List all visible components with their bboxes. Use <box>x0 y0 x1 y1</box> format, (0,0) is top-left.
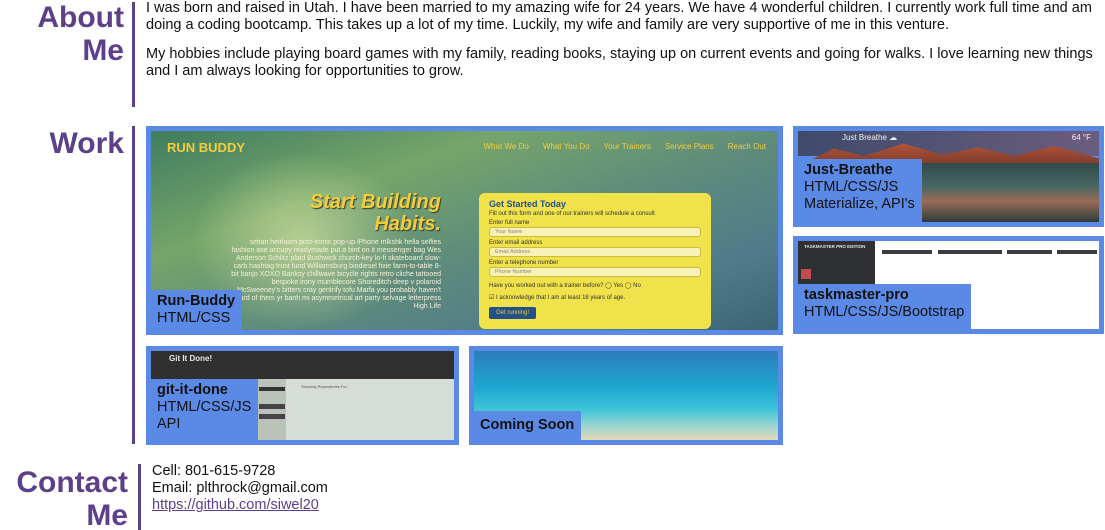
form-input: Phone Number <box>489 267 701 277</box>
about-paragraph-2: My hobbies include playing board games w… <box>146 46 1093 79</box>
project-tech: HTML/CSS/JS/Bootstrap <box>804 304 965 320</box>
run-buddy-logo: RUN BUDDY <box>167 140 245 155</box>
work-heading: Work <box>49 127 124 160</box>
form-ack: ☑ I acknowledge that I am at least 18 ye… <box>489 294 701 301</box>
work-divider <box>132 126 135 444</box>
project-card-run-buddy[interactable]: RUN BUDDY What We Do What You Do Your Tr… <box>146 126 783 335</box>
about-heading: About Me <box>37 1 124 67</box>
contact-heading-line2: Me <box>86 499 128 530</box>
project-card-just-breathe[interactable]: Just Breathe ☁ 64 °F Just-Breathe HTML/C… <box>793 126 1104 227</box>
project-tech-extra: API <box>157 416 181 432</box>
form-button: Get running! <box>489 307 537 319</box>
just-breathe-temp: 64 °F <box>1071 133 1091 142</box>
form-label: Enter a telephone number <box>489 260 559 266</box>
contact-email: Email: plthrock@gmail.com <box>152 480 328 496</box>
project-label: Run-Buddy HTML/CSS <box>151 290 243 330</box>
project-name: Run-Buddy <box>157 293 236 309</box>
github-link[interactable]: https://github.com/siwel20 <box>152 497 319 513</box>
contact-cell: Cell: 801-615-9728 <box>152 463 276 479</box>
project-name: taskmaster-pro <box>804 287 909 303</box>
project-name: Just-Breathe <box>804 162 893 178</box>
git-it-done-title: Git It Done! <box>169 354 213 363</box>
form-question: Have you worked out with a trainer befor… <box>489 283 641 289</box>
form-title: Get Started Today <box>489 199 566 209</box>
git-it-done-subhead: Showing Repositories For: <box>301 384 348 389</box>
project-name: Coming Soon <box>480 417 575 433</box>
about-heading-line1: About <box>37 1 124 34</box>
run-buddy-form: Get Started Today Fill out this form and… <box>479 193 711 329</box>
form-input: Email Address <box>489 247 701 257</box>
contact-heading: Contact Me <box>16 466 128 530</box>
project-card-taskmaster-pro[interactable]: TASKMASTER PRO EDITION taskmaster-pro HT… <box>793 236 1104 334</box>
run-buddy-nav-item: Reach Out <box>727 142 766 151</box>
project-label: Coming Soon <box>474 411 582 440</box>
about-text: I was born and raised in Utah. I have be… <box>146 0 1096 92</box>
run-buddy-hero: Start Building Habits. <box>309 191 441 235</box>
contact-divider <box>138 464 141 530</box>
project-label: Just-Breathe HTML/CSS/JS Materialize, AP… <box>798 159 922 222</box>
form-input: Your Name <box>489 227 701 237</box>
form-label: Enter full name <box>489 220 530 226</box>
checkbox-icon: ☑ <box>489 295 497 301</box>
project-tech: HTML/CSS <box>157 310 231 326</box>
contact-info: Cell: 801-615-9728 Email: plthrock@gmail… <box>152 463 328 514</box>
about-divider <box>132 2 135 107</box>
project-name: git-it-done <box>157 382 228 398</box>
project-label: taskmaster-pro HTML/CSS/JS/Bootstrap <box>798 284 972 329</box>
run-buddy-nav-item: What We Do <box>483 142 529 151</box>
just-breathe-title: Just Breathe ☁ <box>842 133 898 142</box>
project-tech-extra: Materialize, API's <box>804 196 915 212</box>
project-card-coming-soon[interactable]: Coming Soon <box>469 346 783 445</box>
run-buddy-nav-item: Service Plans <box>664 142 714 151</box>
run-buddy-screenshot: RUN BUDDY What We Do What You Do Your Tr… <box>151 131 778 330</box>
project-label: git-it-done HTML/CSS/JS API <box>151 379 258 440</box>
form-label: Enter email address <box>489 240 543 246</box>
project-tech: HTML/CSS/JS <box>804 179 899 195</box>
about-heading-line2: Me <box>82 34 124 67</box>
project-card-git-it-done[interactable]: Git It Done! Showing Repositories For: g… <box>146 346 459 445</box>
taskmaster-title: TASKMASTER PRO EDITION <box>804 244 866 249</box>
run-buddy-nav: What We Do What You Do Your Trainers Ser… <box>484 142 766 151</box>
project-tech: HTML/CSS/JS <box>157 399 252 415</box>
contact-heading-line1: Contact <box>16 466 128 499</box>
about-paragraph-1: I was born and raised in Utah. I have be… <box>146 0 1092 33</box>
run-buddy-nav-item: Your Trainers <box>603 142 651 151</box>
run-buddy-nav-item: What You Do <box>542 142 590 151</box>
form-ack-text: I acknowledge that I am at least 18 year… <box>496 295 626 301</box>
run-buddy-hero-text: seitan heirloom post-ironic pop-up iPhon… <box>231 239 441 310</box>
form-subtitle: Fill out this form and one of our traine… <box>489 211 655 217</box>
